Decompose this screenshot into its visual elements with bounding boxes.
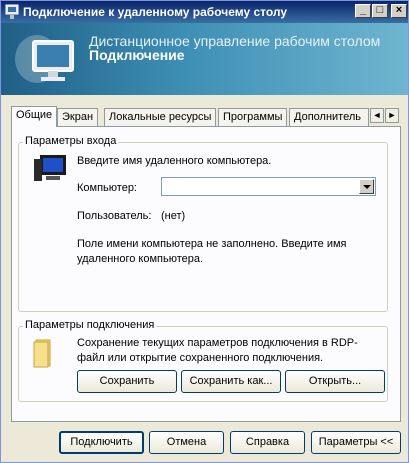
tab-local-resources[interactable]: Локальные ресурсы	[104, 108, 217, 126]
chevron-down-icon[interactable]	[359, 179, 374, 194]
remote-desktop-icon	[15, 35, 74, 83]
logon-settings-group: Параметры входа	[18, 135, 388, 312]
connect-button[interactable]: Подключить	[59, 431, 144, 454]
window-title: Подключение к удаленному рабочему столу	[23, 5, 288, 19]
rdp-window: Подключение к удаленному рабочему столу …	[0, 0, 409, 463]
app-icon	[5, 4, 19, 19]
close-button[interactable]: ×	[391, 4, 407, 18]
save-as-button[interactable]: Сохранить как...	[181, 370, 281, 393]
computer-combobox[interactable]	[161, 177, 376, 196]
header-banner: Дистанционное управление рабочим столом …	[1, 23, 408, 95]
tab-display[interactable]: Экран	[57, 108, 99, 126]
computer-warning: Поле имени компьютера не заполнено. Введ…	[77, 238, 347, 265]
user-label: Пользователь:	[77, 210, 152, 222]
computer-prompt: Введите имя удаленного компьютера.	[77, 155, 272, 167]
tab-scroll-right-button[interactable]: ►	[385, 108, 399, 123]
tab-programs[interactable]: Программы	[218, 108, 288, 126]
tab-strip: Общие Экран Локальные ресурсы Программы …	[11, 106, 401, 127]
options-button[interactable]: Параметры <<	[311, 431, 401, 454]
connection-settings-title: Параметры подключения	[23, 319, 157, 331]
save-button[interactable]: Сохранить	[77, 370, 177, 393]
minimize-button[interactable]: _	[355, 4, 371, 18]
computer-label: Компьютер:	[77, 182, 137, 194]
cancel-button[interactable]: Отмена	[149, 431, 224, 454]
tab-general[interactable]: Общие	[11, 106, 58, 127]
folder-icon	[33, 339, 51, 368]
logon-settings-title: Параметры входа	[23, 135, 119, 147]
computer-icon	[34, 155, 66, 181]
help-button[interactable]: Справка	[230, 431, 305, 454]
tab-advanced[interactable]: Дополнитель	[289, 108, 369, 126]
maximize-button[interactable]: □	[372, 4, 388, 18]
user-value: (нет)	[161, 210, 186, 222]
tab-scroll-left-button[interactable]: ◄	[370, 108, 384, 123]
open-button[interactable]: Открыть...	[285, 370, 385, 393]
title-bar[interactable]: Подключение к удаленному рабочему столу …	[1, 1, 408, 23]
banner-title: Подключение	[89, 47, 185, 63]
connection-description: Сохранение текущих параметров подключени…	[77, 337, 358, 364]
